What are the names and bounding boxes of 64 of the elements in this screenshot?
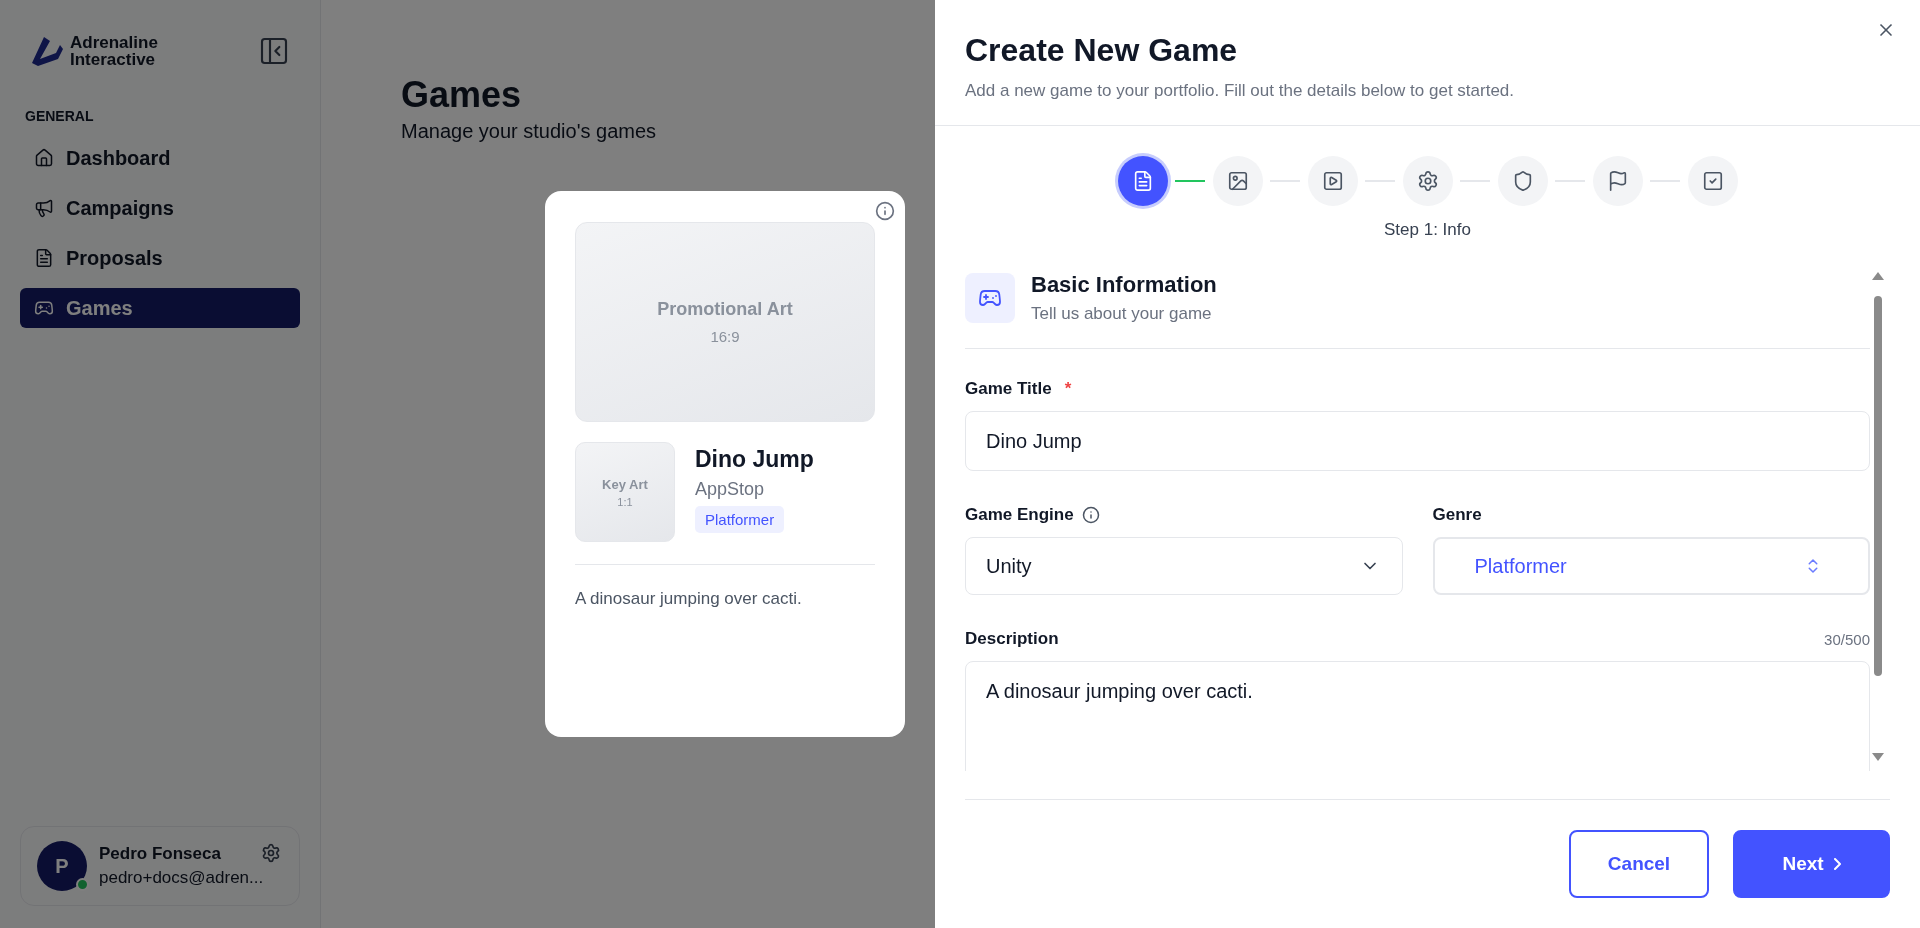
info-icon[interactable] [1081, 506, 1100, 524]
nav-label: Campaigns [66, 196, 174, 220]
avatar-initial: P [55, 854, 69, 878]
game-title: Dino Jump [695, 446, 814, 473]
step-button[interactable] [1307, 156, 1358, 206]
placeholder-ratio: 1:1 [617, 495, 633, 508]
nav-item[interactable]: Proposals [20, 238, 300, 278]
page-title: Games [401, 74, 522, 116]
house-icon [34, 148, 54, 168]
step-label: Step 1: Info [1383, 220, 1472, 240]
settings-icon [1416, 170, 1439, 192]
megaphone-icon [34, 198, 54, 218]
scroll-down-arrow-icon[interactable] [1872, 753, 1884, 761]
nav-label: Proposals [66, 246, 163, 270]
drawer-title: Create New Game [965, 32, 1239, 69]
gamepad-icon [34, 298, 54, 318]
character-counter: 30/500 [1824, 630, 1870, 648]
image-icon [1226, 170, 1249, 192]
description-textarea[interactable]: A dinosaur jumping over cacti. [965, 661, 1870, 771]
brand-name: Adrenaline Interactive [70, 34, 158, 68]
page-subtitle: Manage your studio's games [401, 120, 657, 143]
step-button[interactable] [1497, 156, 1548, 206]
next-button[interactable]: Next [1733, 830, 1890, 898]
field-label: Description [965, 629, 1059, 649]
step-button[interactable] [1402, 156, 1453, 206]
nav-item[interactable]: Campaigns [20, 188, 300, 228]
genre-tag: Platformer [695, 506, 785, 533]
drawer-subtitle: Add a new game to your portfolio. Fill out the details below to get started. [965, 81, 1516, 101]
nav-label: Dashboard [66, 146, 171, 170]
genre-select[interactable]: Platformer [1432, 537, 1870, 595]
document-icon [34, 248, 54, 268]
step-button[interactable] [1592, 156, 1643, 206]
field-label: Genre [1432, 505, 1482, 525]
chevron-right-icon [1833, 858, 1841, 870]
info-icon[interactable] [875, 201, 895, 221]
step-button[interactable] [1212, 156, 1263, 206]
nav-item[interactable]: Games [20, 288, 300, 328]
game-title-input[interactable]: Dino Jump [965, 411, 1870, 471]
placeholder-label: Key Art [602, 476, 648, 492]
section-subtitle: Tell us about your game [1031, 304, 1213, 324]
placeholder-ratio: 16:9 [710, 328, 740, 345]
scrollbar[interactable] [1871, 272, 1885, 761]
section-title: Basic Information [1031, 272, 1217, 298]
nav-item[interactable]: Dashboard [20, 138, 300, 178]
sidebar-toggle-icon[interactable] [258, 35, 290, 67]
cancel-button[interactable]: Cancel [1569, 830, 1709, 898]
logo-icon [30, 35, 64, 67]
engine-select[interactable]: Unity [965, 537, 1403, 595]
store-name: AppStop [695, 479, 765, 500]
game-description: A dinosaur jumping over cacti. [575, 589, 803, 609]
checkbox-icon [1701, 170, 1724, 192]
field-label: Game Engine [965, 505, 1074, 525]
user-email: pedro+docs@adren... [99, 868, 264, 888]
field-label: Game Title * [965, 379, 1072, 399]
scroll-up-arrow-icon[interactable] [1872, 272, 1884, 280]
user-card[interactable]: P Pedro Fonseca pedro+docs@adren... [20, 826, 300, 906]
step-button[interactable] [1687, 156, 1738, 206]
section-label: GENERAL [24, 108, 94, 124]
play-icon [1321, 170, 1344, 192]
placeholder-label: Promotional Art [657, 299, 793, 320]
settings-icon[interactable] [261, 843, 281, 863]
user-name: Pedro Fonseca [99, 844, 222, 864]
nav-label: Games [66, 296, 133, 320]
step-button[interactable] [1117, 156, 1168, 206]
